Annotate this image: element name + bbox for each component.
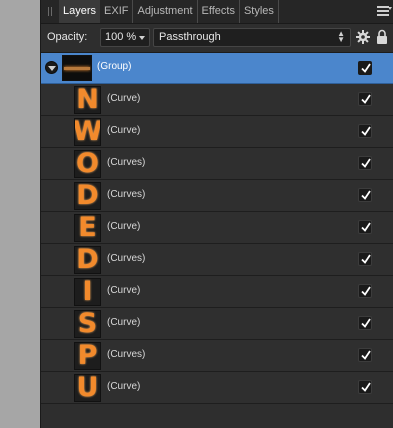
layer-thumbnail: E bbox=[74, 214, 101, 242]
visibility-checkbox[interactable] bbox=[358, 124, 372, 138]
layer-name: (Curves) bbox=[107, 253, 146, 264]
opacity-label: Opacity: bbox=[47, 31, 88, 43]
chevron-down-icon bbox=[139, 36, 145, 40]
layer-name: (Curves) bbox=[107, 157, 146, 168]
layer-row[interactable]: S (Curve) bbox=[41, 308, 393, 340]
canvas-gutter bbox=[0, 0, 40, 428]
layer-thumbnail: D bbox=[74, 182, 101, 210]
layer-thumbnail: P bbox=[74, 342, 101, 370]
visibility-checkbox[interactable] bbox=[358, 220, 372, 234]
panel-tab-bar: Layers EXIF Adjustment Effects Styles bbox=[41, 0, 393, 24]
layer-name: (Curve) bbox=[107, 381, 141, 392]
layer-name: (Group) bbox=[97, 61, 132, 72]
layer-row[interactable]: O (Curves) bbox=[41, 148, 393, 180]
visibility-checkbox[interactable] bbox=[358, 316, 372, 330]
blend-mode-value: Passthrough bbox=[159, 31, 221, 43]
layer-name: (Curve) bbox=[107, 221, 141, 232]
layer-name: (Curve) bbox=[107, 93, 141, 104]
thumbnail-letter: I bbox=[82, 278, 93, 306]
thumbnail-letter: D bbox=[76, 246, 99, 274]
thumbnail-letter: S bbox=[77, 310, 98, 338]
layer-list: (Group) N (Curve) W (Curve) O (Curves) D (Curve… bbox=[41, 53, 393, 404]
layer-row[interactable]: D (Curves) bbox=[41, 244, 393, 276]
thumbnail-letter: U bbox=[76, 374, 99, 402]
blend-mode-dropdown[interactable]: Passthrough ▲ ▼ bbox=[153, 28, 351, 47]
layer-thumbnail: D bbox=[74, 246, 101, 274]
layers-panel: Layers EXIF Adjustment Effects Styles Op… bbox=[40, 0, 393, 428]
layer-name: (Curve) bbox=[107, 285, 141, 296]
thumbnail-letter: O bbox=[76, 150, 99, 178]
thumbnail-letter: E bbox=[78, 214, 97, 242]
layer-row[interactable]: I (Curve) bbox=[41, 276, 393, 308]
layer-thumbnail: W bbox=[74, 118, 101, 146]
layer-options-row: Opacity: 100 % Passthrough ▲ ▼ bbox=[41, 24, 393, 53]
opacity-dropdown[interactable]: 100 % bbox=[100, 28, 150, 47]
visibility-checkbox[interactable] bbox=[358, 156, 372, 170]
layer-name: (Curves) bbox=[107, 349, 146, 360]
layer-row[interactable]: E (Curve) bbox=[41, 212, 393, 244]
layer-thumbnail: S bbox=[74, 310, 101, 338]
tab-styles[interactable]: Styles bbox=[240, 0, 279, 23]
visibility-checkbox[interactable] bbox=[358, 284, 372, 298]
layer-thumbnail: N bbox=[74, 86, 101, 114]
layer-thumbnail: I bbox=[74, 278, 101, 306]
tab-exif[interactable]: EXIF bbox=[100, 0, 134, 23]
layer-row[interactable]: U (Curve) bbox=[41, 372, 393, 404]
thumbnail-letter: N bbox=[76, 86, 99, 114]
thumbnail-letter: P bbox=[77, 342, 98, 370]
thumbnail-letter: W bbox=[74, 118, 101, 146]
visibility-checkbox[interactable] bbox=[358, 380, 372, 394]
group-thumbnail bbox=[62, 55, 92, 81]
tab-adjustment[interactable]: Adjustment bbox=[133, 0, 198, 23]
visibility-checkbox[interactable] bbox=[358, 252, 372, 266]
lock-icon[interactable] bbox=[376, 29, 388, 45]
layer-row-group[interactable]: (Group) bbox=[41, 53, 393, 84]
updown-arrows-icon: ▲ ▼ bbox=[337, 29, 345, 44]
drag-grip-icon[interactable] bbox=[41, 0, 59, 23]
layer-row[interactable]: D (Curves) bbox=[41, 180, 393, 212]
tab-layers[interactable]: Layers bbox=[59, 0, 101, 23]
thumbnail-letter: D bbox=[76, 182, 99, 210]
gear-icon[interactable] bbox=[356, 30, 370, 44]
layer-name: (Curves) bbox=[107, 189, 146, 200]
panel-menu-icon[interactable] bbox=[377, 6, 392, 16]
layer-row[interactable]: N (Curve) bbox=[41, 84, 393, 116]
layer-thumbnail: U bbox=[74, 374, 101, 402]
layer-name: (Curve) bbox=[107, 125, 141, 136]
visibility-checkbox[interactable] bbox=[358, 61, 372, 75]
visibility-checkbox[interactable] bbox=[358, 348, 372, 362]
visibility-checkbox[interactable] bbox=[358, 188, 372, 202]
layer-row[interactable]: W (Curve) bbox=[41, 116, 393, 148]
layer-name: (Curve) bbox=[107, 317, 141, 328]
expand-triangle-icon[interactable] bbox=[45, 61, 58, 74]
visibility-checkbox[interactable] bbox=[358, 92, 372, 106]
tab-effects[interactable]: Effects bbox=[198, 0, 240, 23]
layer-thumbnail: O bbox=[74, 150, 101, 178]
opacity-value: 100 % bbox=[105, 31, 137, 43]
layer-row[interactable]: P (Curves) bbox=[41, 340, 393, 372]
